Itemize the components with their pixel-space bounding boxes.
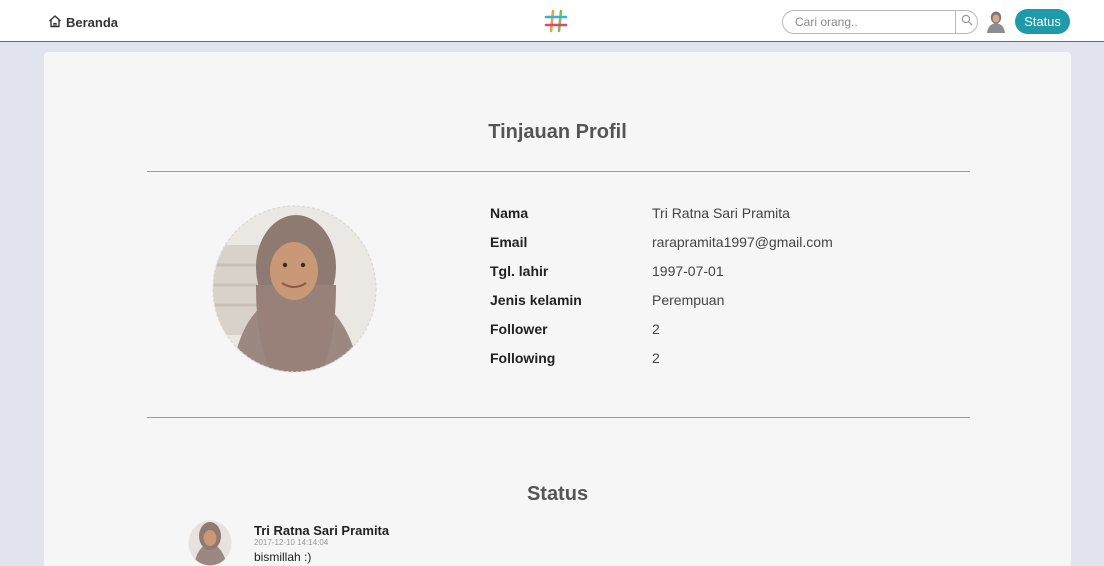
- post-author-avatar[interactable]: [188, 520, 232, 566]
- hashtag-logo-icon[interactable]: [544, 9, 568, 33]
- search-input[interactable]: [782, 10, 956, 34]
- profile-row-birthdate: Tgl. lahir 1997-07-01: [490, 261, 724, 281]
- profile-value-birthdate: 1997-07-01: [652, 263, 724, 279]
- profile-row-email: Email rarapramita1997@gmail.com: [490, 232, 833, 252]
- status-button[interactable]: Status: [1015, 9, 1070, 34]
- user-avatar[interactable]: [984, 9, 1008, 33]
- profile-label: Tgl. lahir: [490, 263, 549, 279]
- profile-row-followers: Follower 2: [490, 319, 660, 339]
- profile-row-gender: Jenis kelamin Perempuan: [490, 290, 724, 310]
- profile-value-followers: 2: [652, 321, 660, 337]
- top-navbar: Beranda Status: [0, 0, 1104, 42]
- divider: [147, 171, 970, 172]
- search-button[interactable]: [956, 10, 978, 34]
- profile-value-gender: Perempuan: [652, 292, 725, 308]
- profile-label: Follower: [490, 321, 548, 337]
- status-heading: Status: [526, 483, 589, 505]
- profile-row-name: Nama Tri Ratna Sari Pramita: [490, 203, 790, 223]
- home-link[interactable]: Beranda: [48, 14, 118, 30]
- profile-value-name: Tri Ratna Sari Pramita: [652, 205, 790, 221]
- post-text: bismillah :): [254, 550, 312, 564]
- profile-value-email: rarapramita1997@gmail.com: [652, 234, 833, 250]
- profile-label: Following: [490, 350, 556, 366]
- post-author-name[interactable]: Tri Ratna Sari Pramita: [254, 523, 389, 538]
- profile-overview-heading: Tinjauan Profil: [488, 121, 627, 143]
- profile-label: Nama: [490, 205, 529, 221]
- profile-photo: [212, 205, 377, 373]
- post-timestamp: 2017-12-10 14:14:04: [254, 538, 329, 547]
- home-icon: [48, 14, 62, 31]
- status-post: Tri Ratna Sari Pramita 2017-12-10 14:14:…: [188, 520, 588, 566]
- search-icon: [961, 13, 973, 31]
- profile-row-following: Following 2: [490, 348, 660, 368]
- profile-label: Jenis kelamin: [490, 292, 582, 308]
- profile-card: Tinjauan Profil Nama Tri Ratna Sari Pram…: [44, 52, 1071, 566]
- profile-value-following: 2: [652, 350, 660, 366]
- divider: [147, 417, 970, 418]
- profile-label: Email: [490, 234, 528, 250]
- home-label: Beranda: [66, 14, 119, 30]
